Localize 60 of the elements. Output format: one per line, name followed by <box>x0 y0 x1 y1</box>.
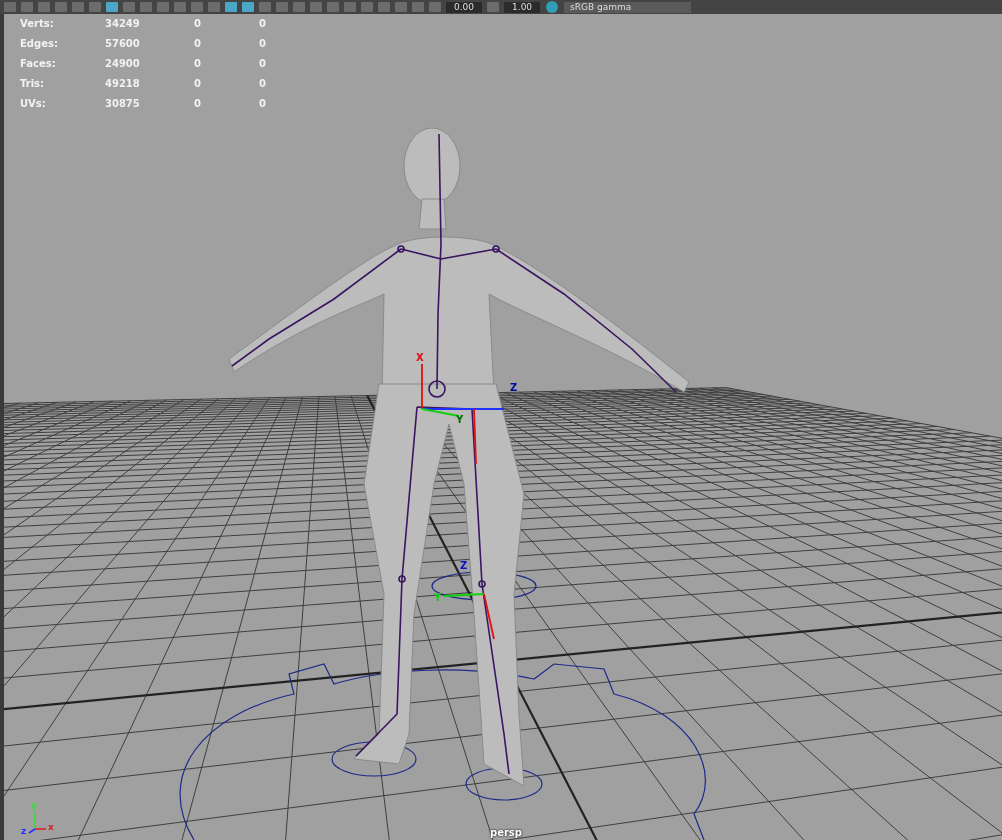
stat-value: 24900 <box>105 58 141 70</box>
stat-label: Edges: <box>20 38 59 50</box>
stat-value: 0 <box>194 98 202 110</box>
axis-gizmo-icon <box>28 811 47 834</box>
tool-icon[interactable] <box>123 2 135 12</box>
stat-label: UVs: <box>20 98 47 110</box>
stat-value: 49218 <box>105 78 141 90</box>
axis-label: Y <box>434 592 442 603</box>
stat-value: 0 <box>194 58 202 70</box>
tool-icon[interactable] <box>157 2 169 12</box>
tool-icon[interactable] <box>208 2 220 12</box>
tool-icon[interactable] <box>191 2 203 12</box>
stat-value: 0 <box>259 78 267 90</box>
exposure-field[interactable]: 0.00 <box>446 1 483 13</box>
tool-icon[interactable] <box>412 2 424 12</box>
tool-icon[interactable] <box>361 2 373 12</box>
stat-value: 0 <box>259 18 267 30</box>
camera-name: persp <box>490 827 522 838</box>
tool-icon[interactable] <box>344 2 356 12</box>
stat-value: 0 <box>259 38 267 50</box>
tool-icon[interactable] <box>4 2 16 12</box>
tool-icon[interactable] <box>55 2 67 12</box>
tool-icon[interactable] <box>21 2 33 12</box>
tool-icon[interactable] <box>174 2 186 12</box>
stat-label: Verts: <box>20 18 55 30</box>
tool-icon[interactable] <box>72 2 84 12</box>
stat-value: 0 <box>194 18 202 30</box>
stat-value: 30875 <box>105 98 141 110</box>
stat-label: Faces: <box>20 58 57 70</box>
axis-label: Z <box>510 382 518 393</box>
tool-icon[interactable] <box>106 2 118 12</box>
tool-icon[interactable] <box>276 2 288 12</box>
stat-value: 57600 <box>105 38 141 50</box>
axis-label: y <box>31 800 37 810</box>
tool-icon[interactable] <box>140 2 152 12</box>
axis-label: Y <box>456 414 464 425</box>
tool-icon[interactable] <box>378 2 390 12</box>
stat-value: 0 <box>259 58 267 70</box>
axis-label: X <box>416 352 424 363</box>
tool-icon[interactable] <box>429 2 441 12</box>
stat-value: 0 <box>194 78 202 90</box>
axis-label: x <box>48 822 54 832</box>
tool-icon[interactable] <box>259 2 271 12</box>
stat-value: 0 <box>259 98 267 110</box>
tool-icon[interactable] <box>89 2 101 12</box>
tool-icon[interactable] <box>38 2 50 12</box>
tool-icon[interactable] <box>293 2 305 12</box>
tool-icon[interactable] <box>310 2 322 12</box>
tool-icon[interactable] <box>487 2 500 12</box>
tool-icon[interactable] <box>242 2 254 12</box>
gamma-field[interactable]: 1.00 <box>504 1 541 13</box>
stat-value: 0 <box>194 38 202 50</box>
tool-icon[interactable] <box>395 2 407 12</box>
tool-icon[interactable] <box>327 2 339 12</box>
stat-value: 34249 <box>105 18 141 30</box>
view-transform-dropdown[interactable]: sRGB gamma <box>564 1 692 13</box>
axis-label: z <box>21 826 27 836</box>
stat-label: Tris: <box>20 78 46 90</box>
axis-label: Z <box>460 560 468 571</box>
tool-icon[interactable] <box>225 2 237 12</box>
